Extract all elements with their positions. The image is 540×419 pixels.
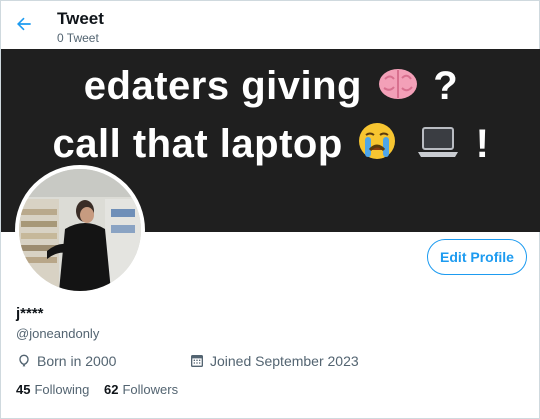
top-bar: Tweet 0 Tweet (1, 1, 540, 49)
tweet-count: 0 Tweet (57, 31, 99, 45)
arrow-left-icon (17, 17, 31, 31)
profile-page: Tweet 0 Tweet edaters giving ? call that… (0, 0, 540, 419)
display-name: j**** (16, 305, 44, 322)
following-count: 45 (16, 382, 31, 397)
crying-face-emoji (357, 121, 397, 171)
banner-exclamation: ! (475, 122, 490, 166)
avatar[interactable] (15, 165, 145, 295)
user-handle: @joneandonly (16, 326, 100, 341)
page-title: Tweet (57, 9, 104, 28)
banner-question-mark: ? (433, 64, 459, 108)
birth-text: Born in 2000 (37, 353, 117, 369)
back-button[interactable] (9, 9, 39, 39)
calendar-icon (191, 355, 203, 367)
followers-count: 62 (104, 382, 119, 397)
balloon-icon (19, 354, 29, 367)
laptop-emoji (415, 123, 461, 169)
birth-info: Born in 2000 (16, 352, 116, 370)
banner-text-1: edaters giving (83, 64, 362, 108)
brain-emoji (377, 65, 419, 111)
followers-link[interactable]: 62 Followers (104, 382, 178, 398)
banner-line-1: edaters giving ? (1, 63, 540, 111)
following-link[interactable]: 45 Following (16, 382, 89, 398)
avatar-photo (19, 169, 141, 291)
join-text: Joined September 2023 (210, 353, 359, 369)
edit-profile-button[interactable]: Edit Profile (427, 239, 527, 275)
banner-text-2: call that laptop (52, 122, 343, 166)
followers-label: Followers (122, 382, 179, 397)
banner-line-2: call that laptop ! (1, 121, 540, 171)
join-info: Joined September 2023 (189, 352, 359, 370)
following-label: Following (34, 382, 90, 397)
